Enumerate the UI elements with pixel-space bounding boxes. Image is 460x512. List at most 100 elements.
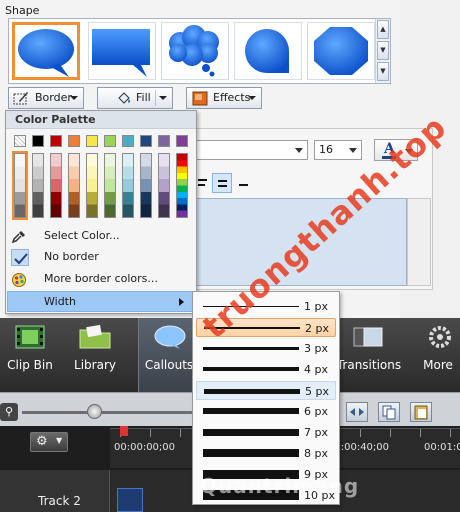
chevron-down-icon — [248, 96, 256, 100]
track-clip[interactable] — [117, 488, 143, 512]
tab-library-label: Library — [74, 358, 116, 372]
font-color-button[interactable]: A — [374, 139, 418, 161]
gallery-expand-icon[interactable]: ▼ — [377, 62, 389, 81]
width-option[interactable]: 4 px — [196, 360, 336, 379]
zoom-slider-track[interactable] — [22, 411, 192, 414]
effects-button[interactable]: Effects — [186, 87, 262, 109]
width-option-label: 1 px — [304, 300, 328, 313]
align-left-button[interactable] — [194, 173, 214, 193]
border-button-label: Border — [35, 91, 72, 104]
width-label: Width — [44, 295, 76, 308]
width-option[interactable]: 7 px — [196, 423, 336, 442]
callout-text-input[interactable] — [195, 198, 407, 286]
palette-column — [122, 153, 134, 218]
timestamp-end: 00:01:0 — [424, 442, 460, 453]
width-item[interactable]: Width — [7, 291, 196, 312]
split-icon — [350, 408, 364, 416]
palette-swatch[interactable] — [50, 135, 62, 147]
font-size-dropdown[interactable]: 16 — [314, 140, 362, 160]
width-sample-line — [204, 389, 300, 394]
chevron-right-icon — [179, 298, 184, 306]
width-option[interactable]: 3 px — [196, 339, 336, 358]
split-button[interactable] — [346, 402, 368, 422]
width-option[interactable]: 9 px — [196, 465, 336, 484]
playhead-marker[interactable] — [120, 426, 128, 436]
border-dropdown-menu: Color Palette Select Color... No border … — [5, 110, 197, 314]
no-border-item[interactable]: No border — [7, 247, 196, 268]
width-option[interactable]: 5 px — [196, 381, 336, 400]
gallery-scroll-down-icon[interactable]: ▼ — [377, 41, 389, 60]
fill-button-label: Fill — [136, 91, 151, 104]
palette-column — [158, 153, 170, 218]
width-option[interactable]: 8 px — [196, 444, 336, 463]
tab-library[interactable]: Library — [62, 318, 128, 392]
width-option-label: 3 px — [304, 342, 328, 355]
width-sample-line — [204, 327, 300, 329]
paint-bucket-icon — [118, 92, 130, 104]
palette-swatch[interactable] — [176, 135, 188, 147]
shape-rounded-callout[interactable] — [234, 22, 302, 80]
width-option-label: 6 px — [304, 405, 328, 418]
palette-swatch[interactable] — [86, 135, 98, 147]
palette-swatch[interactable] — [32, 135, 44, 147]
palette-column — [68, 153, 80, 218]
palette-column — [104, 153, 116, 218]
width-option[interactable]: 6 px — [196, 402, 336, 421]
palette-swatch[interactable] — [14, 135, 26, 147]
palette-column — [12, 151, 28, 220]
shape-speech-bubble[interactable] — [12, 22, 80, 80]
text-scrollbar[interactable] — [407, 198, 431, 286]
gear-icon: ⚙ — [36, 434, 48, 449]
width-sample-line — [203, 306, 299, 307]
align-right-button[interactable] — [234, 173, 254, 193]
tab-transitions[interactable]: Transitions — [334, 318, 404, 392]
tab-clip-bin[interactable]: Clip Bin — [0, 318, 60, 392]
timeline-settings-button[interactable]: ⚙ ▼ — [30, 432, 68, 452]
shape-section-title: Shape — [5, 4, 40, 17]
width-option[interactable]: 1 px — [196, 297, 336, 316]
width-sample-line — [203, 408, 299, 414]
color-wheel-icon — [12, 273, 26, 287]
gallery-scroll-up-icon[interactable]: ▲ — [377, 20, 389, 39]
width-option-label: 9 px — [304, 468, 328, 481]
select-color-label: Select Color... — [44, 229, 120, 242]
width-option-label: 8 px — [304, 447, 328, 460]
color-palette-header: Color Palette — [6, 111, 196, 129]
tab-callouts[interactable]: Callouts — [138, 318, 200, 392]
width-sample-line — [203, 449, 299, 457]
font-size-value: 16 — [319, 143, 333, 156]
palette-swatch[interactable] — [122, 135, 134, 147]
shape-gallery: ▲ ▼ ▼ — [8, 18, 391, 84]
tab-more[interactable]: More — [416, 318, 460, 392]
width-option-label: 2 px — [305, 322, 329, 335]
align-center-button[interactable] — [212, 173, 232, 193]
standard-colors-column[interactable] — [176, 153, 188, 218]
width-option[interactable]: 2 px — [196, 318, 336, 337]
palette-swatch[interactable] — [104, 135, 116, 147]
chevron-down-icon: ▼ — [56, 436, 63, 445]
palette-swatch[interactable] — [158, 135, 170, 147]
copy-icon — [382, 405, 396, 420]
fill-button[interactable]: Fill — [97, 87, 173, 109]
more-border-colors-item[interactable]: More border colors... — [7, 269, 196, 290]
palette-swatch[interactable] — [140, 135, 152, 147]
border-button[interactable]: Border — [8, 87, 84, 109]
select-color-item[interactable]: Select Color... — [7, 226, 196, 247]
track-name: Track 2 — [38, 494, 81, 508]
zoom-search-icon[interactable]: ⚲ — [0, 403, 18, 421]
gallery-scrollbar[interactable]: ▲ ▼ ▼ — [375, 19, 390, 83]
width-option-label: 5 px — [305, 385, 329, 398]
font-family-dropdown[interactable] — [196, 140, 308, 160]
shape-octagon[interactable] — [307, 22, 375, 80]
width-sample-line — [203, 429, 299, 436]
zoom-slider-handle[interactable] — [87, 404, 102, 419]
copy-button[interactable] — [378, 402, 400, 422]
palette-swatch[interactable] — [68, 135, 80, 147]
paste-button[interactable] — [410, 402, 432, 422]
shape-thought-cloud[interactable] — [161, 22, 229, 80]
width-option[interactable]: 10 px — [196, 486, 336, 505]
paste-icon — [414, 405, 428, 420]
chevron-down-icon — [405, 149, 413, 154]
shape-rectangle-callout[interactable] — [88, 22, 156, 80]
tab-transitions-label: Transitions — [336, 358, 402, 372]
